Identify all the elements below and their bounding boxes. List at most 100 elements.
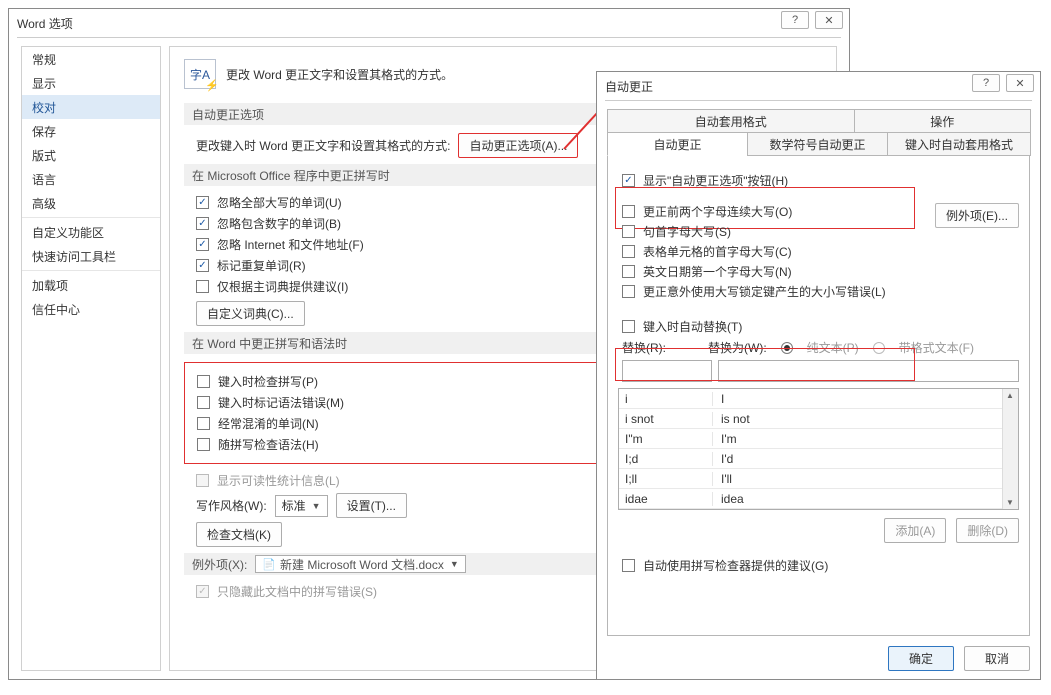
table-row[interactable]: I;llI'll bbox=[619, 469, 1018, 489]
word-options-title: Word 选项 bbox=[17, 15, 73, 32]
use-spellcheck-label: 自动使用拼写检查器提供的建议(G) bbox=[643, 557, 828, 574]
autocorrect-titlebar: 自动更正 ? ✕ bbox=[597, 72, 1040, 100]
checkbox[interactable] bbox=[196, 196, 209, 209]
checkbox-label: 忽略 Internet 和文件地址(F) bbox=[217, 236, 364, 253]
check-doc-button[interactable]: 检查文档(K) bbox=[196, 522, 282, 547]
checkbox[interactable] bbox=[622, 205, 635, 218]
sidebar: 常规显示校对保存版式语言高级 自定义功能区快速访问工具栏 加载项信任中心 bbox=[21, 46, 161, 671]
checkbox-label: 更正意外使用大写锁定键产生的大小写错误(L) bbox=[643, 283, 886, 300]
table-row[interactable]: i snotis not bbox=[619, 409, 1018, 429]
readability-checkbox bbox=[196, 474, 209, 487]
autocorrect-title: 自动更正 bbox=[605, 78, 653, 95]
replace-with-label: 替换为(W): bbox=[708, 339, 767, 356]
radio-formatted-label: 带格式文本(F) bbox=[899, 339, 974, 356]
replace-label: 替换(R): bbox=[622, 339, 666, 356]
word-options-titlebar: Word 选项 ? ✕ bbox=[9, 9, 849, 37]
checkbox[interactable] bbox=[197, 417, 210, 430]
radio-plain-label: 纯文本(P) bbox=[807, 339, 859, 356]
checkbox-label: 忽略全部大写的单词(U) bbox=[217, 194, 342, 211]
table-row[interactable]: iI bbox=[619, 389, 1018, 409]
proofing-icon: 字A bbox=[184, 59, 216, 89]
chevron-down-icon: ▼ bbox=[450, 559, 459, 569]
exceptions-button[interactable]: 例外项(E)... bbox=[935, 203, 1019, 228]
hide-errors-label: 只隐藏此文档中的拼写错误(S) bbox=[217, 583, 377, 600]
use-spellcheck-checkbox[interactable] bbox=[622, 559, 635, 572]
autocorrect-options-button[interactable]: 自动更正选项(A)... bbox=[458, 133, 578, 158]
sidebar-item[interactable]: 快速访问工具栏 bbox=[22, 244, 160, 268]
checkbox[interactable] bbox=[196, 259, 209, 272]
delete-button[interactable]: 删除(D) bbox=[956, 518, 1019, 543]
checkbox[interactable] bbox=[196, 238, 209, 251]
tab-autoformat[interactable]: 自动套用格式 bbox=[607, 109, 855, 133]
hide-errors-checkbox bbox=[196, 585, 209, 598]
sidebar-item[interactable]: 高级 bbox=[22, 191, 160, 215]
chevron-down-icon: ▼ bbox=[312, 501, 321, 511]
checkbox-label: 英文日期第一个字母大写(N) bbox=[643, 263, 792, 280]
tab-actions[interactable]: 操作 bbox=[854, 109, 1031, 133]
checkbox[interactable] bbox=[197, 375, 210, 388]
sidebar-item[interactable]: 加载项 bbox=[22, 273, 160, 297]
sidebar-item[interactable]: 校对 bbox=[22, 95, 160, 119]
tab-autocorrect[interactable]: 自动更正 bbox=[607, 132, 748, 156]
scrollbar[interactable] bbox=[1002, 389, 1018, 509]
checkbox-label: 键入时检查拼写(P) bbox=[218, 373, 318, 390]
table-row[interactable]: idaeidea bbox=[619, 489, 1018, 509]
help-button[interactable]: ? bbox=[972, 74, 1000, 92]
checkbox[interactable] bbox=[622, 285, 635, 298]
show-ac-button-label: 显示"自动更正选项"按钮(H) bbox=[643, 172, 788, 189]
radio-formatted-text[interactable] bbox=[873, 342, 885, 354]
checkbox-label: 随拼写检查语法(H) bbox=[218, 436, 319, 453]
custom-dict-button[interactable]: 自定义词典(C)... bbox=[196, 301, 305, 326]
sidebar-item[interactable]: 信任中心 bbox=[22, 297, 160, 321]
word-doc-icon: 📄 bbox=[262, 558, 276, 571]
checkbox-label: 更正前两个字母连续大写(O) bbox=[643, 203, 792, 220]
checkbox-label: 键入时标记语法错误(M) bbox=[218, 394, 344, 411]
writing-style-label: 写作风格(W): bbox=[196, 497, 267, 514]
close-button[interactable]: ✕ bbox=[815, 11, 843, 29]
add-button[interactable]: 添加(A) bbox=[884, 518, 946, 543]
checkbox[interactable] bbox=[622, 265, 635, 278]
header-text: 更改 Word 更正文字和设置其格式的方式。 bbox=[226, 66, 453, 83]
tab-math-autocorrect[interactable]: 数学符号自动更正 bbox=[747, 132, 888, 156]
checkbox[interactable] bbox=[197, 438, 210, 451]
checkbox[interactable] bbox=[196, 280, 209, 293]
ok-button[interactable]: 确定 bbox=[888, 646, 954, 671]
help-button[interactable]: ? bbox=[781, 11, 809, 29]
checkbox-label: 标记重复单词(R) bbox=[217, 257, 306, 274]
checkbox[interactable] bbox=[622, 225, 635, 238]
sidebar-item[interactable]: 版式 bbox=[22, 143, 160, 167]
table-row[interactable]: idaesideas bbox=[619, 509, 1018, 510]
checkbox-label: 表格单元格的首字母大写(C) bbox=[643, 243, 792, 260]
exceptions-label: 例外项(X): bbox=[192, 556, 247, 573]
replace-with-input[interactable] bbox=[718, 360, 1019, 382]
exceptions-select[interactable]: 📄 新建 Microsoft Word 文档.docx▼ bbox=[255, 555, 465, 573]
sidebar-item[interactable]: 保存 bbox=[22, 119, 160, 143]
sidebar-item[interactable]: 显示 bbox=[22, 71, 160, 95]
readability-label: 显示可读性统计信息(L) bbox=[217, 472, 340, 489]
writing-style-select[interactable]: 标准▼ bbox=[275, 495, 328, 517]
show-ac-button-checkbox[interactable] bbox=[622, 174, 635, 187]
radio-plain-text[interactable] bbox=[781, 342, 793, 354]
checkbox[interactable] bbox=[622, 245, 635, 258]
checkbox-label: 经常混淆的单词(N) bbox=[218, 415, 319, 432]
checkbox-label: 忽略包含数字的单词(B) bbox=[217, 215, 341, 232]
sidebar-item[interactable]: 常规 bbox=[22, 47, 160, 71]
table-row[interactable]: I;dI'd bbox=[619, 449, 1018, 469]
checkbox-label: 句首字母大写(S) bbox=[643, 223, 731, 240]
checkbox[interactable] bbox=[196, 217, 209, 230]
close-button[interactable]: ✕ bbox=[1006, 74, 1034, 92]
checkbox-label: 仅根据主词典提供建议(I) bbox=[217, 278, 348, 295]
sidebar-item[interactable]: 语言 bbox=[22, 167, 160, 191]
replacement-list[interactable]: iIi snotis notI"mI'mI;dI'dI;llI'llidaeid… bbox=[618, 388, 1019, 510]
autocorrect-change-label: 更改键入时 Word 更正文字和设置其格式的方式: bbox=[196, 137, 450, 154]
settings-button[interactable]: 设置(T)... bbox=[336, 493, 407, 518]
tab-autoformat-typing[interactable]: 键入时自动套用格式 bbox=[887, 132, 1031, 156]
table-row[interactable]: I"mI'm bbox=[619, 429, 1018, 449]
replace-as-type-label: 键入时自动替换(T) bbox=[643, 318, 742, 335]
sidebar-item[interactable]: 自定义功能区 bbox=[22, 220, 160, 244]
replace-input[interactable] bbox=[622, 360, 712, 382]
checkbox[interactable] bbox=[197, 396, 210, 409]
autocorrect-window: 自动更正 ? ✕ 自动套用格式 操作 自动更正 数学符号自动更正 键入时自动套用… bbox=[596, 71, 1041, 680]
replace-as-type-checkbox[interactable] bbox=[622, 320, 635, 333]
cancel-button[interactable]: 取消 bbox=[964, 646, 1030, 671]
